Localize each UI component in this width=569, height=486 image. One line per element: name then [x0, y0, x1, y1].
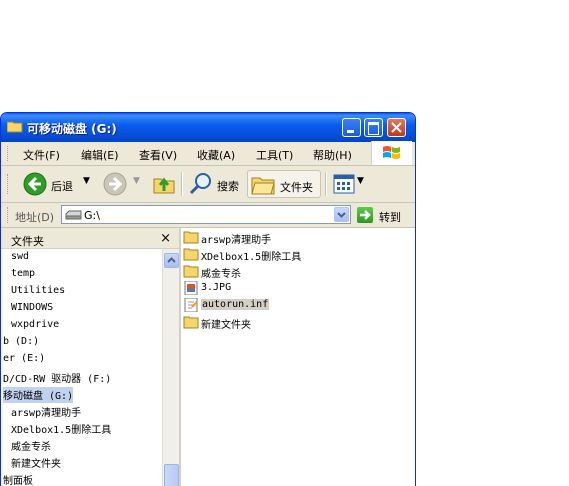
address-label: 地址(D) — [15, 211, 55, 224]
up-folder-button[interactable] — [151, 170, 177, 198]
go-button[interactable] — [357, 207, 373, 223]
tree-item-selected[interactable]: 移动磁盘 (G:) — [3, 387, 74, 403]
maximize-button[interactable] — [364, 118, 383, 137]
tree-scrollbar[interactable] — [162, 249, 179, 486]
folder-icon — [183, 248, 199, 261]
windows-flag-icon — [383, 146, 400, 159]
explorer-window: 可移动磁盘 (G:) 文件(F) 编辑(E) 查看(V) 收藏(A) 工具(T)… — [0, 112, 416, 486]
go-arrow-icon — [360, 210, 371, 220]
folder-icon — [183, 231, 199, 244]
toolbar-separator — [325, 172, 327, 196]
chevron-down-icon — [337, 212, 346, 218]
views-icon — [333, 174, 355, 194]
tree-item[interactable]: D/CD-RW 驱动器 (F:) — [3, 370, 111, 386]
address-value: G:\ — [84, 209, 100, 222]
tree-item[interactable]: 新建文件夹 — [11, 455, 61, 471]
menu-view[interactable]: 查看(V) — [139, 147, 177, 163]
file-name: XDelbox1.5删除工具 — [201, 252, 302, 263]
file-list: arswp清理助手 XDelbox1.5删除工具 威金专杀 3.JPG auto… — [181, 228, 415, 486]
inf-file-icon — [184, 298, 198, 312]
tree-item[interactable]: 威金专杀 — [11, 438, 51, 454]
scroll-up-button[interactable] — [164, 253, 179, 268]
removable-drive-icon — [65, 210, 82, 220]
file-name: 新建文件夹 — [201, 320, 251, 331]
folders-pane: 文件夹 × swd temp Utilities WINDOWS wxpdriv… — [1, 228, 181, 486]
tree-item[interactable]: er (E:) — [3, 353, 45, 369]
windows-logo — [371, 141, 412, 165]
toolbar-grip — [7, 174, 11, 194]
tree-item[interactable]: arswp清理助手 — [11, 404, 81, 420]
folder-tree: swd temp Utilities WINDOWS wxpdrive b (D… — [1, 249, 161, 486]
close-button[interactable] — [387, 118, 406, 137]
go-label[interactable]: 转到 — [379, 209, 401, 225]
file-name: 3.JPG — [201, 282, 232, 293]
folder-open-icon — [7, 121, 23, 133]
tree-item[interactable]: temp — [11, 268, 35, 284]
folders-pane-title: 文件夹 — [11, 235, 44, 248]
file-name: 威金专杀 — [201, 269, 241, 280]
views-dropdown-icon[interactable]: ▼ — [357, 176, 364, 186]
tree-item[interactable]: Utilities — [11, 285, 65, 301]
search-icon — [189, 173, 211, 195]
tree-item[interactable]: 制面板 — [3, 472, 33, 486]
file-name: autorun.inf — [201, 299, 270, 310]
folders-pane-header: 文件夹 × — [1, 228, 179, 249]
toolbar-separator — [181, 172, 183, 196]
chevron-up-icon — [167, 257, 176, 263]
menu-bar: 文件(F) 编辑(E) 查看(V) 收藏(A) 工具(T) 帮助(H) — [1, 141, 415, 166]
tree-item[interactable]: WINDOWS — [11, 302, 53, 318]
tree-item[interactable]: b (D:) — [3, 336, 39, 352]
menu-help[interactable]: 帮助(H) — [313, 147, 352, 163]
back-dropdown-icon[interactable]: ▼ — [83, 176, 90, 186]
address-grip — [7, 207, 11, 223]
address-dropdown-button[interactable] — [334, 207, 349, 222]
address-input[interactable]: G:\ — [61, 205, 351, 224]
minimize-button[interactable] — [342, 118, 361, 137]
tree-item[interactable]: swd — [11, 251, 29, 267]
tree-item[interactable]: wxpdrive — [11, 319, 59, 335]
folder-icon — [183, 316, 199, 329]
views-button[interactable]: ▼ — [331, 170, 365, 198]
menu-grip — [7, 146, 11, 161]
folders-button[interactable]: 文件夹 — [247, 170, 321, 198]
menu-file[interactable]: 文件(F) — [23, 147, 60, 163]
back-label: 后退 — [51, 180, 73, 193]
forward-dropdown-icon[interactable]: ▼ — [133, 176, 140, 186]
forward-arrow-icon — [103, 172, 127, 196]
menu-edit[interactable]: 编辑(E) — [81, 147, 119, 163]
up-folder-icon — [153, 177, 175, 194]
window-title: 可移动磁盘 (G:) — [27, 122, 117, 136]
close-icon — [391, 122, 402, 133]
menu-favorites[interactable]: 收藏(A) — [197, 147, 235, 163]
menu-tools[interactable]: 工具(T) — [256, 147, 293, 163]
folders-label: 文件夹 — [280, 181, 313, 194]
back-button[interactable]: 后退 ▼ — [21, 170, 91, 198]
file-name: arswp清理助手 — [201, 235, 272, 246]
close-pane-icon[interactable]: × — [160, 231, 171, 246]
tree-item[interactable]: XDelbox1.5删除工具 — [11, 421, 111, 437]
address-bar: 地址(D) G:\ 转到 — [1, 203, 415, 228]
search-button[interactable]: 搜索 — [187, 170, 243, 198]
search-label: 搜索 — [217, 180, 239, 193]
forward-button[interactable]: ▼ — [101, 170, 143, 198]
scroll-thumb[interactable] — [164, 464, 179, 486]
back-arrow-icon — [23, 172, 47, 196]
folders-icon — [251, 177, 275, 195]
title-bar[interactable]: 可移动磁盘 (G:) — [1, 113, 415, 142]
folder-icon — [183, 265, 199, 278]
image-file-icon — [184, 281, 198, 295]
toolbar: 后退 ▼ ▼ 搜索 文件夹 ▼ — [1, 166, 415, 203]
